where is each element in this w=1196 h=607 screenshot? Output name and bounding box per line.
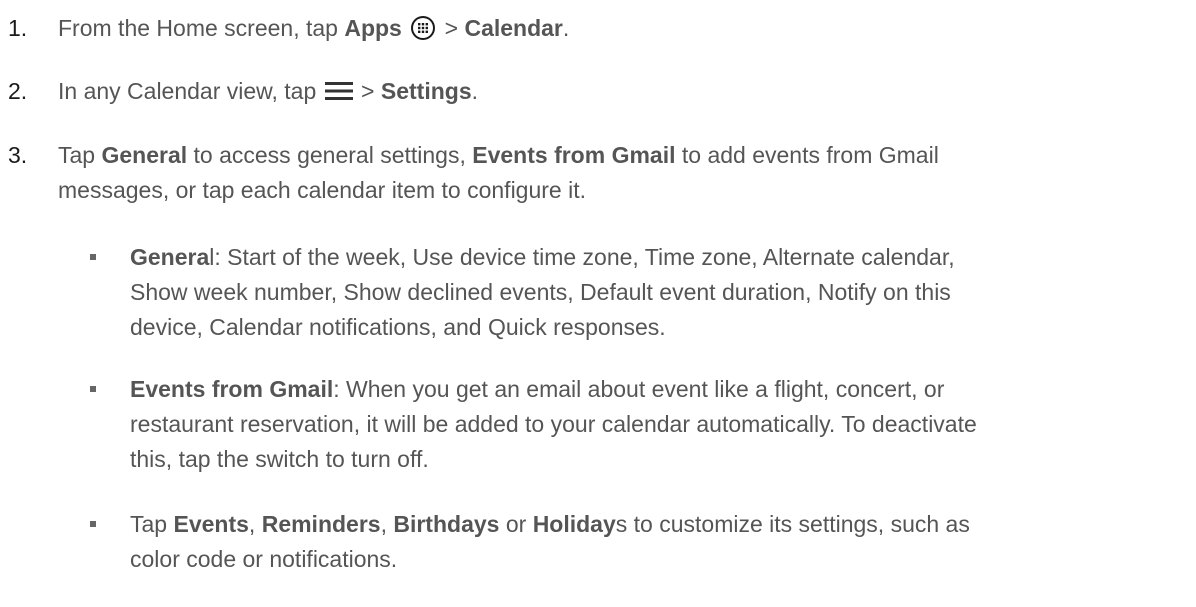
step-1-text: From the Home screen, tap Apps > Calenda…	[58, 11, 1188, 46]
bullet-square-icon	[90, 254, 96, 260]
general-label: Genera	[130, 244, 210, 270]
step-text: Tap	[58, 142, 102, 168]
holidays-label: Holiday	[532, 511, 616, 537]
step-3-text: Tap General to access general settings, …	[58, 138, 1188, 208]
bullet-text-line: device, Calendar notifications, and Quic…	[130, 314, 666, 340]
instruction-document: 1. From the Home screen, tap Apps > Cale…	[0, 0, 1196, 607]
bullet-text-line: s to customize its settings, such as	[615, 511, 970, 537]
step-text: to add events from Gmail	[675, 142, 939, 168]
step-number: 3.	[8, 142, 28, 168]
separator: >	[438, 15, 465, 41]
bullet-text-line: Tap	[130, 511, 174, 537]
step-2-text: In any Calendar view, tap > Settings.	[58, 74, 1188, 109]
general-label: General	[101, 142, 188, 168]
bullet-text: Events from Gmail: When you get an email…	[130, 372, 1186, 477]
hamburger-menu-icon	[324, 77, 353, 100]
bullet-text-line: restaurant reservation, it will be added…	[130, 411, 977, 437]
step-number: 1.	[8, 15, 28, 41]
events-label: Events	[173, 511, 249, 537]
events-from-gmail-label: Events from Gmail	[130, 376, 334, 402]
bullet-text-line: color code or notifications.	[130, 546, 398, 572]
bullet-general: General: Start of the week, Use device t…	[90, 240, 1186, 345]
period: .	[562, 15, 570, 41]
bullet-text-line: Show week number, Show declined events, …	[130, 279, 951, 305]
reminders-label: Reminders	[261, 511, 381, 537]
bullet-square-icon	[90, 386, 96, 392]
step-2: 2. In any Calendar view, tap > Settings.	[8, 74, 1188, 109]
bullet-text-line: : When you get an email about event like…	[333, 376, 945, 402]
step-text: In any Calendar view, tap	[58, 78, 323, 104]
step-text: From the Home screen, tap	[58, 15, 345, 41]
bullet-text-line: this, tap the switch to turn off.	[130, 446, 429, 472]
period: .	[471, 78, 479, 104]
step-3: 3. Tap General to access general setting…	[8, 138, 1188, 208]
apps-label: Apps	[344, 15, 402, 41]
events-from-gmail-label: Events from Gmail	[472, 142, 676, 168]
bullet-calendar-items: Tap Events, Reminders, Birthdays or Holi…	[90, 507, 1186, 577]
separator: ,	[248, 511, 262, 537]
birthdays-label: Birthdays	[393, 511, 500, 537]
step-text: to access general settings,	[187, 142, 473, 168]
apps-grid-icon	[410, 15, 437, 41]
step-text: messages, or tap each calendar item to c…	[58, 177, 587, 203]
step-number: 2.	[8, 78, 28, 104]
bullet-square-icon	[90, 521, 96, 527]
separator: or	[499, 511, 533, 537]
bullet-events-from-gmail: Events from Gmail: When you get an email…	[90, 372, 1186, 477]
separator: >	[354, 78, 381, 104]
settings-label: Settings	[380, 78, 472, 104]
step-1: 1. From the Home screen, tap Apps > Cale…	[8, 11, 1188, 46]
bullet-text: General: Start of the week, Use device t…	[130, 240, 1186, 345]
calendar-label: Calendar	[464, 15, 563, 41]
bullet-text: Tap Events, Reminders, Birthdays or Holi…	[130, 507, 1186, 577]
bullet-text-line: l: Start of the week, Use device time zo…	[209, 244, 955, 270]
separator: ,	[380, 511, 394, 537]
